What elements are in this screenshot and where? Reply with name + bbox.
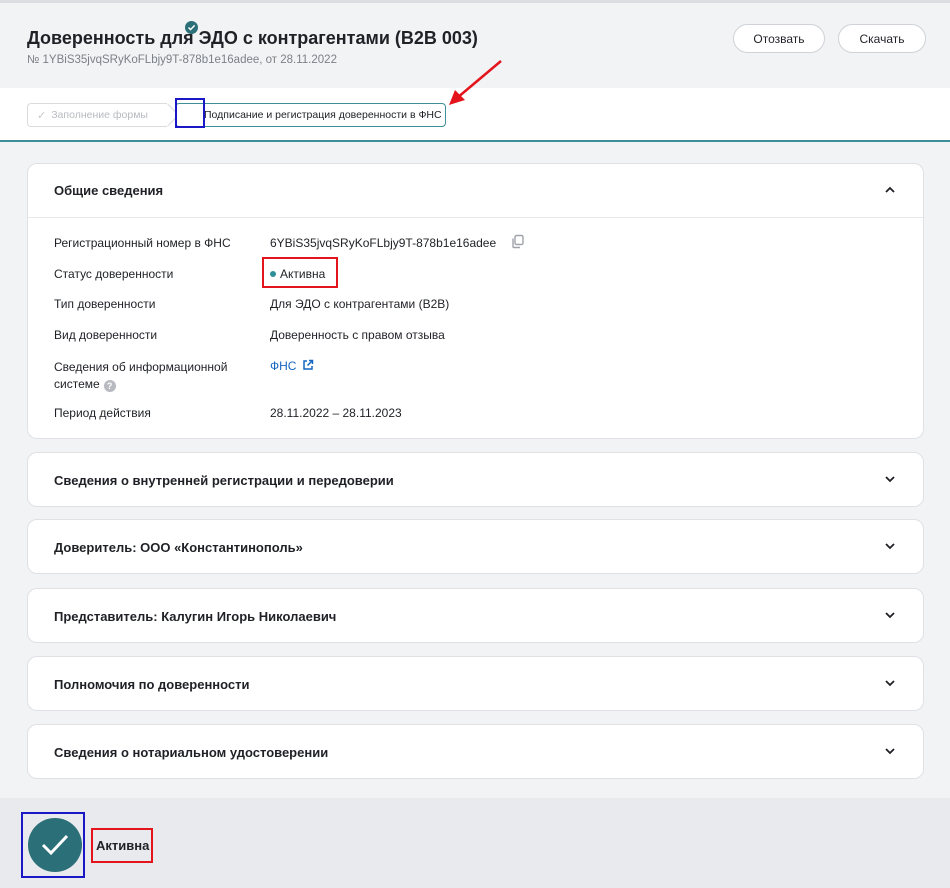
step-fill-form[interactable]: ✓ Заполнение формы xyxy=(27,103,180,127)
proxy-type-value: Для ЭДО с контрагентами (B2B) xyxy=(270,297,450,311)
section-title: Сведения о внутренней регистрации и пере… xyxy=(54,472,394,488)
validity-period-value: 28.11.2022 – 28.11.2023 xyxy=(270,406,402,420)
fns-link[interactable]: ФНС xyxy=(270,359,314,373)
document-number: № 1YBiS35jvqSRyKoFLbjy9T-878b1e16adee, о… xyxy=(27,54,337,66)
section-header: Сведения о нотариальном удостоверении xyxy=(28,725,923,779)
fns-link-text: ФНС xyxy=(270,359,297,373)
section-header: Представитель: Калугин Игорь Николаевич xyxy=(28,589,923,643)
section-header: Сведения о внутренней регистрации и пере… xyxy=(28,453,923,507)
check-icon: ✓ xyxy=(37,109,47,122)
copy-icon[interactable] xyxy=(510,234,525,249)
general-info-title: Общие сведения xyxy=(54,183,164,198)
field-label-line-2: системе? xyxy=(54,376,227,393)
revoke-button[interactable]: Отозвать xyxy=(733,24,825,53)
help-icon[interactable]: ? xyxy=(103,380,116,392)
step-sign-register[interactable]: Подписание и регистрация доверенности в … xyxy=(175,103,446,127)
proxy-kind-value: Доверенность с правом отзыва xyxy=(270,328,445,342)
general-info-header[interactable]: Общие сведения xyxy=(28,164,923,218)
section-representative[interactable]: Представитель: Калугин Игорь Николаевич xyxy=(27,588,924,643)
annotation-red-box xyxy=(91,828,153,863)
section-header: Полномочия по доверенности xyxy=(28,657,923,711)
download-button[interactable]: Скачать xyxy=(838,24,926,53)
field-label: Статус доверенности xyxy=(54,267,174,281)
section-title: Доверитель: ООО «Константинополь» xyxy=(54,539,303,555)
field-label-info-system: Сведения об информационной системе? xyxy=(54,359,227,393)
field-label: Тип доверенности xyxy=(54,297,156,311)
section-principal[interactable]: Доверитель: ООО «Константинополь» xyxy=(27,519,924,574)
annotation-red-box xyxy=(262,257,338,288)
section-title: Представитель: Калугин Игорь Николаевич xyxy=(54,608,337,624)
chevron-down-icon xyxy=(885,543,895,550)
general-info-card: Общие сведения Регистрационный номер в Ф… xyxy=(27,163,924,439)
section-powers[interactable]: Полномочия по доверенности xyxy=(27,656,924,711)
chevron-down-icon xyxy=(885,476,895,483)
step-fill-form-label: Заполнение формы xyxy=(51,109,148,121)
check-circle-icon xyxy=(185,21,198,34)
field-label-line: Сведения об информационной xyxy=(54,360,228,374)
field-label: Регистрационный номер в ФНС xyxy=(54,236,231,250)
section-title: Полномочия по доверенности xyxy=(54,676,250,692)
section-internal-registration[interactable]: Сведения о внутренней регистрации и пере… xyxy=(27,452,924,507)
fns-registration-number: 6YBiS35jvqSRyKoFLbjy9T-878b1e16adee xyxy=(270,236,497,250)
section-header: Доверитель: ООО «Константинополь» xyxy=(28,520,923,574)
external-link-icon xyxy=(303,359,314,370)
section-title: Сведения о нотариальном удостоверении xyxy=(54,744,329,760)
page-title: Доверенность для ЭДО с контрагентами (B2… xyxy=(27,28,478,48)
chevron-down-icon xyxy=(885,748,895,755)
chevron-up-icon[interactable] xyxy=(884,186,896,194)
section-notary[interactable]: Сведения о нотариальном удостоверении xyxy=(27,724,924,779)
field-label: Период действия xyxy=(54,406,151,420)
field-label: Вид доверенности xyxy=(54,328,158,342)
chevron-down-icon xyxy=(885,612,895,619)
step-sign-register-label: Подписание и регистрация доверенности в … xyxy=(204,109,442,121)
chevron-down-icon xyxy=(885,680,895,687)
annotation-arrow xyxy=(449,60,502,105)
annotation-blue-box xyxy=(175,98,205,128)
field-label-text: системе xyxy=(54,377,100,391)
annotation-blue-box xyxy=(21,812,85,878)
